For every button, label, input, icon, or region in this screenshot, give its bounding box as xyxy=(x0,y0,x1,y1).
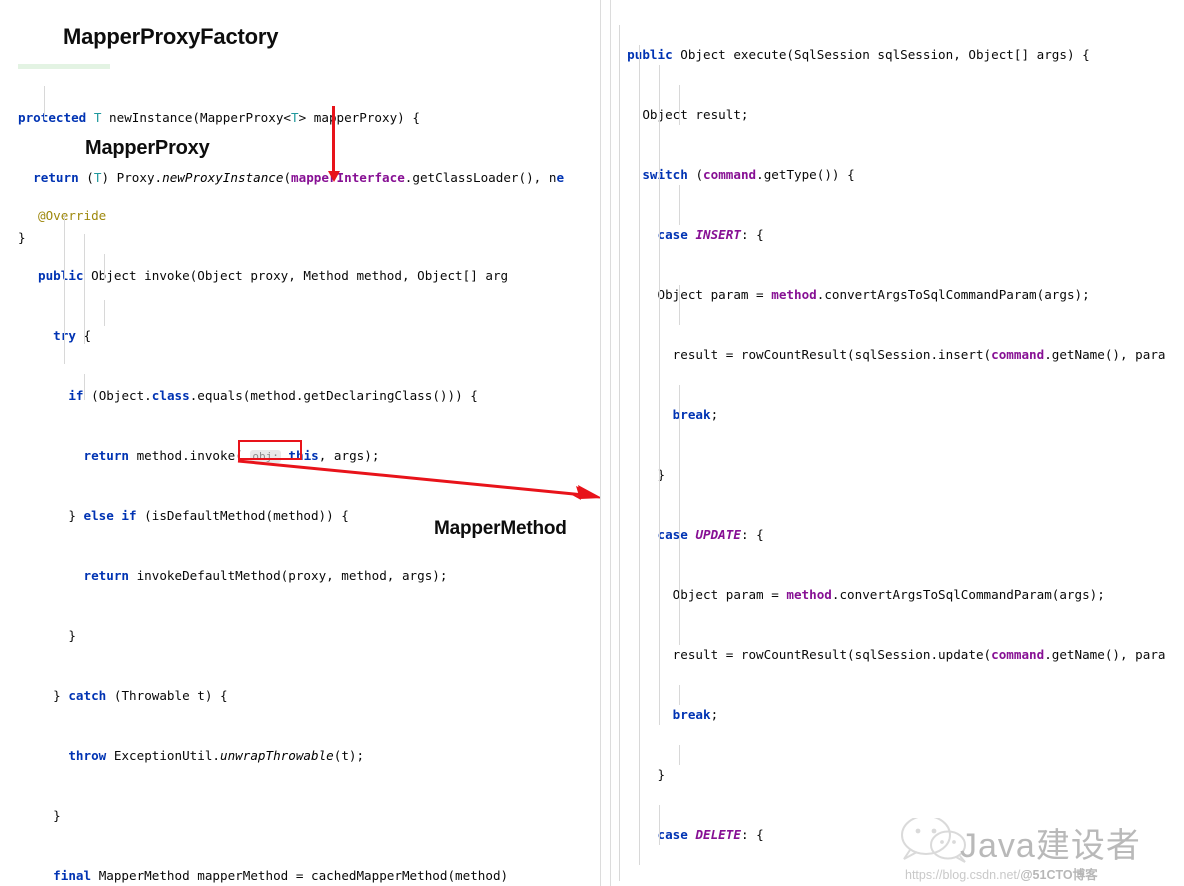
code-line: result = rowCountResult(sqlSession.inser… xyxy=(612,347,1166,362)
code-line: } xyxy=(657,767,666,782)
mappermethod-title: MapperMethod xyxy=(434,518,567,539)
watermark-url-suffix: @51CTO博客 xyxy=(1020,868,1098,882)
code-line: Object param = method.convertArgsToSqlCo… xyxy=(612,587,1105,602)
watermark-url: https://blog.csdn.net/@51CTO博客 xyxy=(905,864,1098,883)
code-line: return invokeDefaultMethod(proxy, method… xyxy=(83,568,448,583)
indent-guide xyxy=(679,85,680,125)
left-code-panel: MapperProxyFactory protected T newInstan… xyxy=(0,0,600,886)
code-line: final MapperMethod mapperMethod = cached… xyxy=(53,868,509,883)
right-code-panel: public Object execute(SqlSession sqlSess… xyxy=(612,0,1184,886)
indent-guide xyxy=(679,185,680,225)
indent-guide xyxy=(44,86,45,120)
mappermethod-execute-code[interactable]: public Object execute(SqlSession sqlSess… xyxy=(612,5,1166,886)
indent-guide xyxy=(679,285,680,325)
indent-guide xyxy=(104,254,105,280)
code-line: if (Object.class.equals(method.getDeclar… xyxy=(68,388,478,403)
indent-guide xyxy=(84,234,85,344)
indent-guide xyxy=(84,374,85,400)
code-line: result = rowCountResult(sqlSession.updat… xyxy=(612,647,1166,662)
code-line: } xyxy=(657,467,666,482)
code-line: break; xyxy=(672,407,719,422)
indent-guide xyxy=(619,25,620,881)
indent-guide xyxy=(659,805,660,845)
code-line: public Object execute(SqlSession sqlSess… xyxy=(627,47,1090,62)
code-line: protected T newInstance(MapperProxy<T> m… xyxy=(18,110,420,125)
code-line: case UPDATE: { xyxy=(657,527,764,542)
mapperproxyfactory-title: MapperProxyFactory xyxy=(63,24,279,49)
indent-guide xyxy=(64,214,65,364)
indent-guide xyxy=(679,745,680,765)
code-line: } xyxy=(38,628,76,643)
code-line: break; xyxy=(672,707,719,722)
indent-guide xyxy=(659,65,660,725)
indent-guide xyxy=(104,300,105,326)
execute-highlight-box xyxy=(238,440,302,460)
mapperproxy-title: MapperProxy xyxy=(85,137,210,159)
code-line: Object param = method.convertArgsToSqlCo… xyxy=(612,287,1090,302)
code-line: switch (command.getType()) { xyxy=(642,167,855,182)
code-line: } catch (Throwable t) { xyxy=(38,688,228,703)
watermark-brand-text: Java建设者 xyxy=(960,827,1141,865)
indent-guide xyxy=(679,685,680,705)
watermark-url-base: https://blog.csdn.net/ xyxy=(905,868,1021,882)
code-line: Object result; xyxy=(612,107,749,122)
indent-guide xyxy=(679,385,680,645)
indent-guide xyxy=(639,45,640,865)
panel-divider-right xyxy=(610,0,611,886)
code-line: @Override xyxy=(38,208,107,223)
red-down-arrow xyxy=(327,106,340,182)
code-line: case INSERT: { xyxy=(657,227,764,242)
code-line: throw ExceptionUtil.unwrapThrowable(t); xyxy=(68,748,365,763)
code-line: } xyxy=(38,808,61,823)
panel-divider-left xyxy=(600,0,601,886)
code-line: try { xyxy=(53,328,92,343)
code-line: public Object invoke(Object proxy, Metho… xyxy=(38,268,509,283)
